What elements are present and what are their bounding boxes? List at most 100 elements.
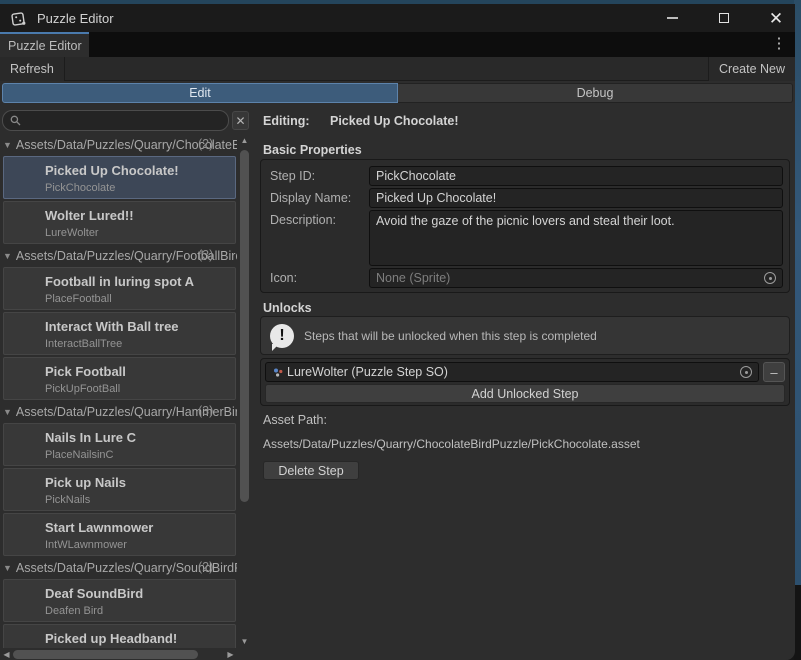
horizontal-scrollbar[interactable]: ◀ ▶ xyxy=(0,648,237,660)
foldout-triangle-icon: ▼ xyxy=(3,251,12,261)
step-editor-panel: Editing: Picked Up Chocolate! Basic Prop… xyxy=(252,105,793,660)
unlock-object-label: LureWolter (Puzzle Step SO) xyxy=(287,365,448,379)
list-item-pick-nails[interactable]: Pick up Nails PickNails xyxy=(3,468,236,511)
puzzle-editor-window: Puzzle Editor ✕ Puzzle Editor ⋮ Refresh … xyxy=(0,4,795,660)
list-item-picked-headband[interactable]: Picked up Headband! xyxy=(3,624,236,648)
step-title: Picked Up Chocolate! xyxy=(45,163,235,178)
scroll-up-icon[interactable]: ▲ xyxy=(238,134,251,147)
step-id: Deafen Bird xyxy=(45,605,235,617)
step-title: Wolter Lured!! xyxy=(45,208,235,223)
step-title: Start Lawnmower xyxy=(45,520,235,535)
scriptable-object-icon xyxy=(272,366,285,379)
scroll-left-icon[interactable]: ◀ xyxy=(0,648,13,660)
group-header-football[interactable]: ▼ Assets/Data/Puzzles/Quarry/FootballBir… xyxy=(0,246,237,265)
step-title: Football in luring spot A xyxy=(45,274,235,289)
list-item-deafen-bird[interactable]: Deaf SoundBird Deafen Bird xyxy=(3,579,236,622)
basic-properties-header: Basic Properties xyxy=(263,143,362,157)
step-title: Picked up Headband! xyxy=(45,631,235,646)
unlocks-list-box: LureWolter (Puzzle Step SO) – Add Unlock… xyxy=(260,358,790,406)
desktop-background: Puzzle Editor ✕ Puzzle Editor ⋮ Refresh … xyxy=(0,0,801,660)
tab-edit[interactable]: Edit xyxy=(2,83,398,103)
list-item-start-lawnmower[interactable]: Start Lawnmower IntWLawnmower xyxy=(3,513,236,556)
unlocks-help-text: Steps that will be unlocked when this st… xyxy=(304,329,597,343)
step-id: PickChocolate xyxy=(45,182,235,194)
desktop-right-strip xyxy=(794,0,801,585)
minimize-icon xyxy=(667,17,678,19)
group-count-badge: (2) xyxy=(198,137,213,151)
step-title: Nails In Lure C xyxy=(45,430,235,445)
search-clear-button[interactable]: ✕ xyxy=(232,111,249,130)
foldout-triangle-icon: ▼ xyxy=(3,563,12,573)
remove-unlock-button[interactable]: – xyxy=(763,362,785,382)
group-count-badge: (2) xyxy=(198,560,213,574)
sidebar: ✕ ▼ Assets/Data/Puzzles/Quarry/Chocolate… xyxy=(0,105,252,660)
desktop-right-dark-strip xyxy=(794,585,801,660)
search-input[interactable] xyxy=(2,110,229,131)
group-count-badge: (3) xyxy=(198,404,213,418)
tab-label: Puzzle Editor xyxy=(8,39,82,53)
step-id: InteractBallTree xyxy=(45,338,235,350)
unlocks-header: Unlocks xyxy=(263,301,312,315)
icon-label: Icon: xyxy=(267,268,367,288)
delete-step-button[interactable]: Delete Step xyxy=(263,461,359,480)
group-header-soundbird[interactable]: ▼ Assets/Data/Puzzles/Quarry/SoundBirdPu… xyxy=(0,558,237,577)
object-picker-icon[interactable] xyxy=(740,366,752,378)
step-title: Pick Football xyxy=(45,364,235,379)
step-id: PlaceNailsinC xyxy=(45,449,235,461)
editing-label: Editing: xyxy=(263,114,310,128)
step-title: Pick up Nails xyxy=(45,475,235,490)
asset-path-label: Asset Path: xyxy=(263,413,327,427)
asset-path-value: Assets/Data/Puzzles/Quarry/ChocolateBird… xyxy=(263,437,640,451)
group-count-badge: (3) xyxy=(198,248,213,262)
step-id-field[interactable]: PickChocolate xyxy=(369,166,783,186)
display-name-label: Display Name: xyxy=(267,188,367,208)
foldout-triangle-icon: ▼ xyxy=(3,140,12,150)
maximize-icon xyxy=(719,13,729,23)
scroll-down-icon[interactable]: ▼ xyxy=(238,635,251,648)
unlocks-help-box: ! Steps that will be unlocked when this … xyxy=(260,316,790,355)
step-id: IntWLawnmower xyxy=(45,539,235,551)
add-unlocked-step-button[interactable]: Add Unlocked Step xyxy=(265,384,785,403)
minimize-button[interactable] xyxy=(661,7,683,29)
list-item-lure-wolter[interactable]: Wolter Lured!! LureWolter xyxy=(3,201,236,244)
toolbar: Refresh Create New xyxy=(0,57,795,81)
mode-tabs: Edit Debug xyxy=(2,83,793,103)
step-id: PlaceFootball xyxy=(45,293,235,305)
icon-object-field[interactable]: None (Sprite) xyxy=(369,268,783,288)
maximize-button[interactable] xyxy=(713,7,735,29)
vertical-scrollbar[interactable]: ▲ ▼ xyxy=(238,134,251,648)
list-item-place-football[interactable]: Football in luring spot A PlaceFootball xyxy=(3,267,236,310)
list-item-place-nails[interactable]: Nails In Lure C PlaceNailsinC xyxy=(3,423,236,466)
editing-step-name: Picked Up Chocolate! xyxy=(330,114,459,128)
info-icon: ! xyxy=(270,324,294,348)
object-picker-icon[interactable] xyxy=(764,272,776,284)
step-id: LureWolter xyxy=(45,227,235,239)
kebab-menu-icon[interactable]: ⋮ xyxy=(771,35,787,53)
list-item-interact-ball-tree[interactable]: Interact With Ball tree InteractBallTree xyxy=(3,312,236,355)
group-header-hammer[interactable]: ▼ Assets/Data/Puzzles/Quarry/HammerBirdP… xyxy=(0,402,237,421)
window-title: Puzzle Editor xyxy=(37,11,114,26)
refresh-button[interactable]: Refresh xyxy=(0,57,65,81)
horizontal-scrollbar-thumb[interactable] xyxy=(13,650,198,659)
create-new-button[interactable]: Create New xyxy=(708,57,795,81)
display-name-field[interactable]: Picked Up Chocolate! xyxy=(369,188,783,208)
close-button[interactable]: ✕ xyxy=(765,7,787,29)
unlock-object-field[interactable]: LureWolter (Puzzle Step SO) xyxy=(265,362,759,382)
vertical-scrollbar-thumb[interactable] xyxy=(240,150,249,502)
close-icon: ✕ xyxy=(769,10,783,27)
group-header-chocolate[interactable]: ▼ Assets/Data/Puzzles/Quarry/ChocolateBi… xyxy=(0,135,237,154)
tab-debug[interactable]: Debug xyxy=(398,83,793,103)
description-label: Description: xyxy=(267,210,367,266)
basic-properties-box: Step ID: PickChocolate Display Name: Pic… xyxy=(260,159,790,293)
step-id: PickUpFootBall xyxy=(45,383,235,395)
list-item-pick-football[interactable]: Pick Football PickUpFootBall xyxy=(3,357,236,400)
title-bar[interactable]: Puzzle Editor ✕ xyxy=(0,4,795,32)
dice-window-icon xyxy=(11,10,28,27)
tab-bar: Puzzle Editor ⋮ xyxy=(0,32,795,57)
description-field[interactable]: Avoid the gaze of the picnic lovers and … xyxy=(369,210,783,266)
tab-puzzle-editor[interactable]: Puzzle Editor xyxy=(0,32,89,57)
list-item-pick-chocolate[interactable]: Picked Up Chocolate! PickChocolate xyxy=(3,156,236,199)
foldout-triangle-icon: ▼ xyxy=(3,407,12,417)
step-title: Deaf SoundBird xyxy=(45,586,235,601)
scroll-right-icon[interactable]: ▶ xyxy=(224,648,237,660)
